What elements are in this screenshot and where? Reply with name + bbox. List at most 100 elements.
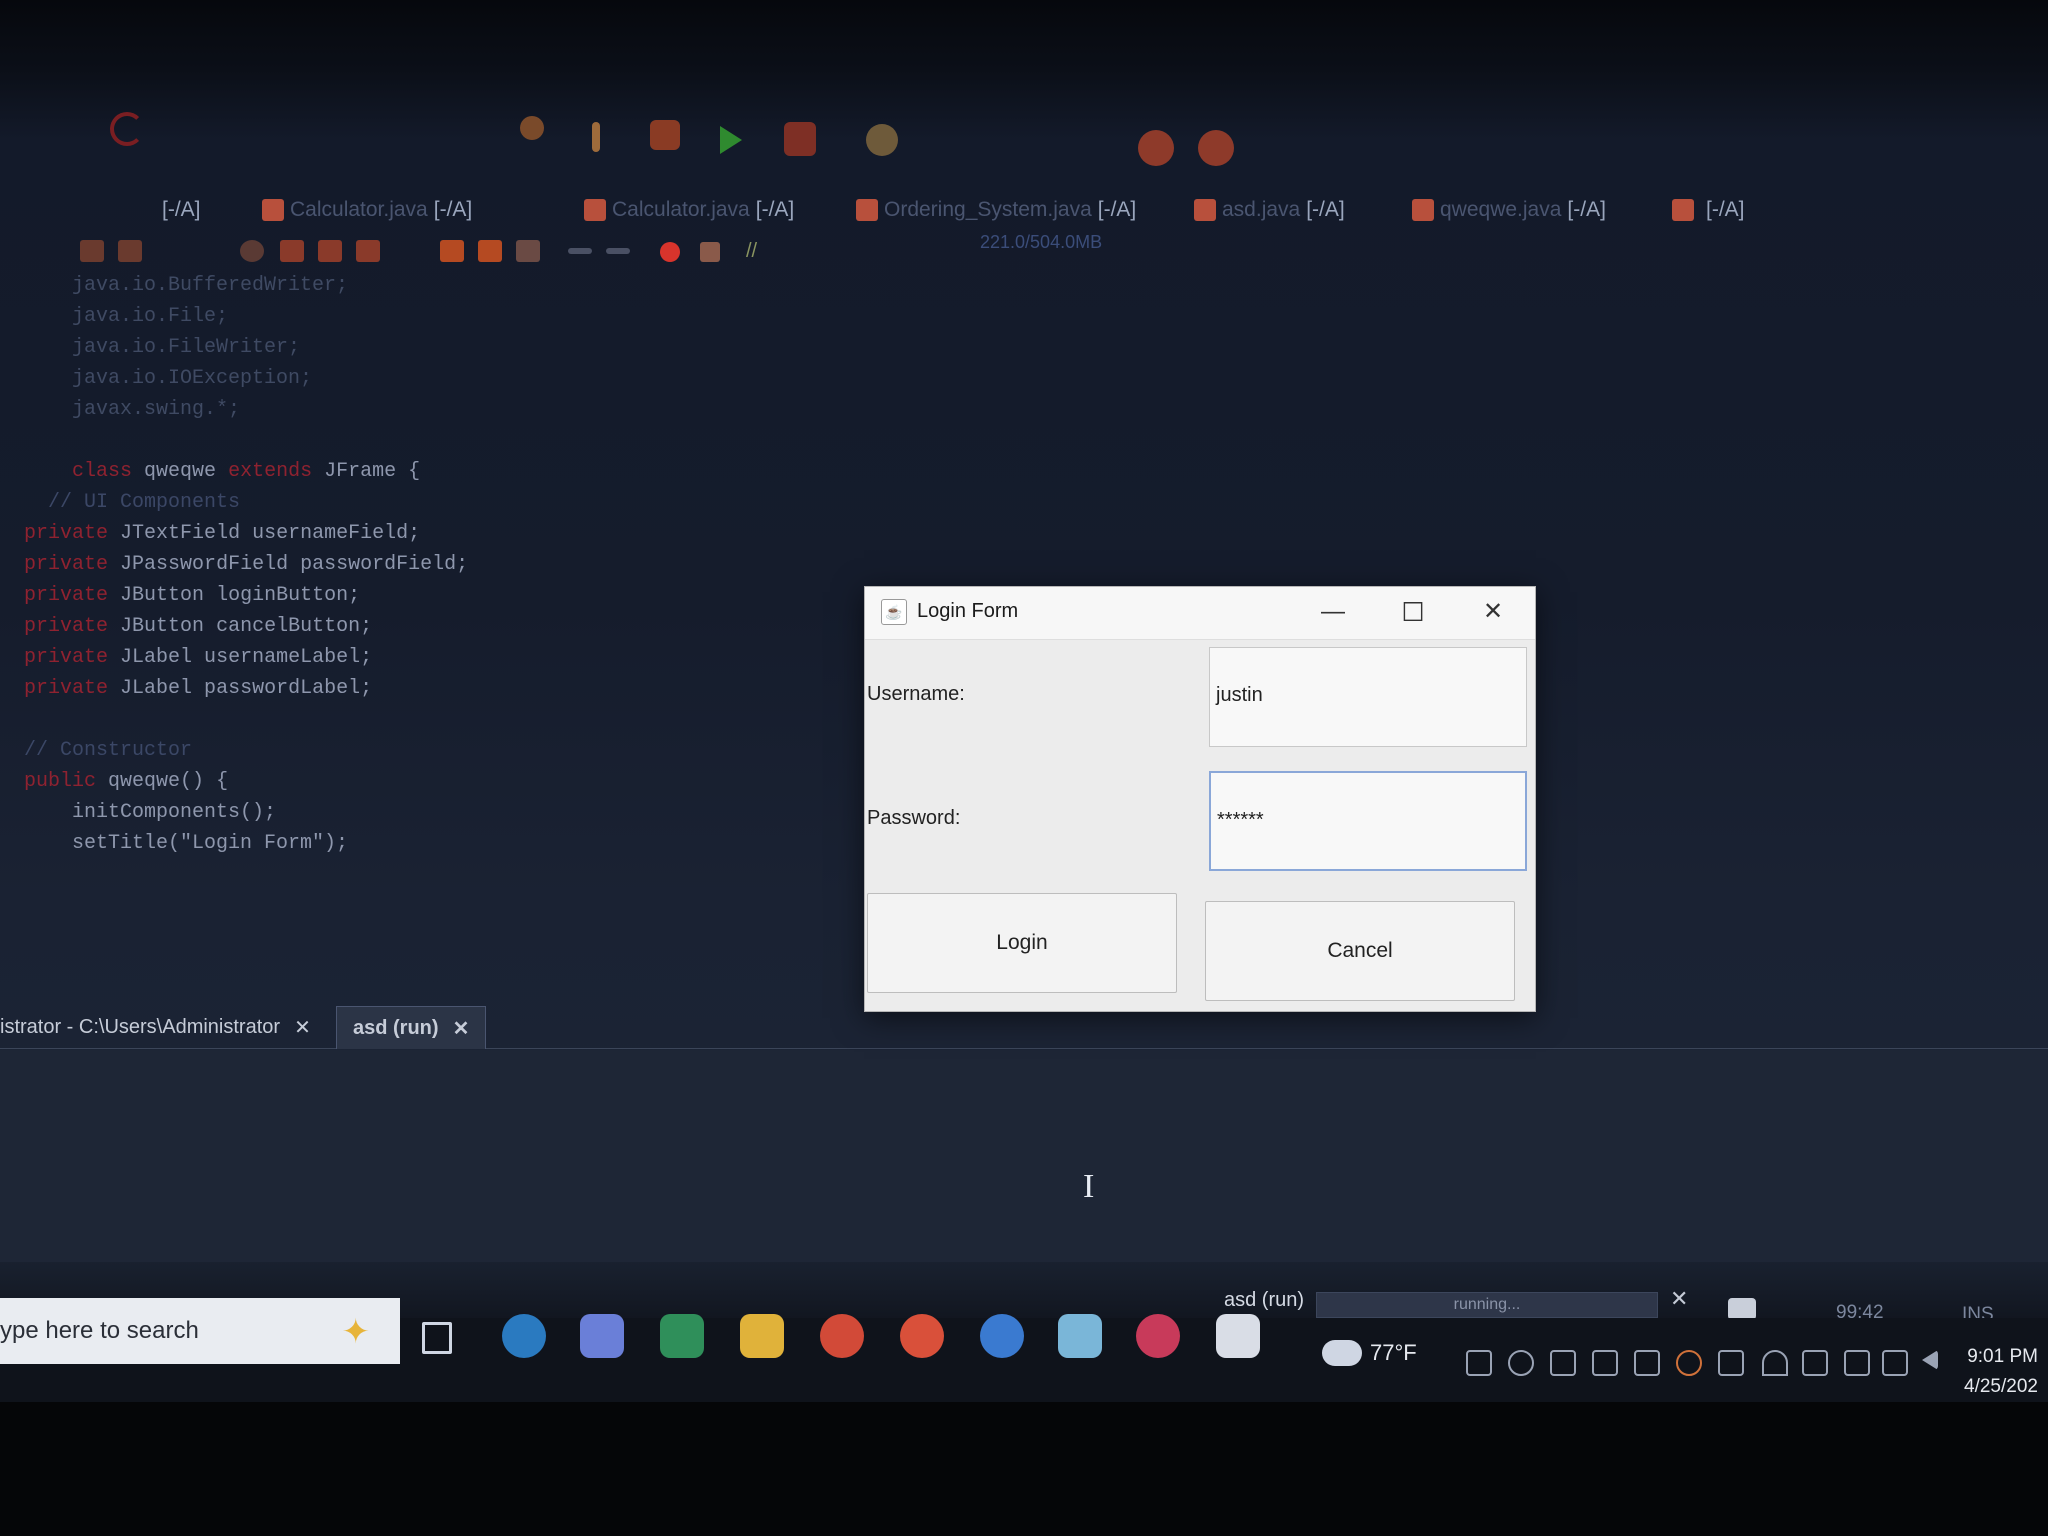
next-occurrence-icon[interactable] [318, 240, 342, 262]
login-button[interactable]: Login [867, 893, 1177, 993]
back-arrow-icon[interactable] [568, 248, 592, 254]
netbeans-icon[interactable] [1058, 1314, 1102, 1358]
clean-build-icon[interactable] [650, 120, 680, 150]
java-file-icon [1412, 199, 1434, 221]
device-icon[interactable] [1634, 1350, 1660, 1376]
display-icon[interactable] [1718, 1350, 1744, 1376]
code-line: java.io.IOException; [72, 367, 313, 390]
file-tab[interactable]: [-/A] [1672, 192, 1745, 228]
editor-file-tabs: [-/A] Calculator.java [-/A] Calculator.j… [0, 188, 2048, 234]
file-tab-suffix: [-/A] [162, 198, 201, 221]
java-file-icon [1194, 199, 1216, 221]
record-macro-icon[interactable] [660, 242, 680, 262]
cancel-button[interactable]: Cancel [1205, 901, 1515, 1001]
toggle-highlight-icon[interactable] [356, 240, 380, 262]
password-label: Password: [867, 807, 961, 829]
source-icon[interactable] [80, 240, 104, 262]
run-progress-bar: running... [1316, 1292, 1658, 1318]
copilot-icon[interactable] [580, 1314, 624, 1358]
output-tabs: istrator - C:\Users\Administrator ✕ asd … [0, 1006, 2048, 1049]
find-icon[interactable] [240, 240, 264, 262]
clock[interactable]: 9:01 PM 4/25/202 [1964, 1342, 2038, 1402]
chrome-profile-icon[interactable] [900, 1314, 944, 1358]
output-tab-console[interactable]: istrator - C:\Users\Administrator ✕ [0, 1006, 311, 1048]
prev-occurrence-icon[interactable] [280, 240, 304, 262]
java-cup-icon: ☕ [881, 599, 907, 625]
username-label: Username: [867, 683, 965, 705]
undo-icon[interactable] [110, 112, 144, 146]
battery-icon[interactable] [1592, 1350, 1618, 1376]
history-icon[interactable] [118, 240, 142, 262]
close-icon[interactable]: ✕ [453, 1016, 470, 1041]
network-icon[interactable] [1844, 1350, 1870, 1376]
dialog-titlebar[interactable]: ☕ Login Form — ☐ ✕ [865, 587, 1535, 640]
hammer-icon[interactable] [592, 122, 600, 152]
file-explorer-icon[interactable] [740, 1314, 784, 1358]
file-tab[interactable]: qweqwe.java [-/A] [1412, 192, 1606, 228]
shift-down-icon[interactable] [478, 240, 502, 262]
memory-indicator[interactable]: 221.0/504.0MB [980, 232, 1102, 253]
task-view-icon[interactable] [422, 1322, 452, 1354]
dialog-title: Login Form [917, 600, 1019, 622]
text-cursor-icon: I [1083, 1168, 1095, 1205]
running-task-label[interactable]: asd (run) [1224, 1289, 1304, 1312]
chrome-profile-b-icon[interactable] [1136, 1314, 1180, 1358]
file-tab[interactable]: Calculator.java [-/A] [584, 192, 794, 228]
file-tab[interactable]: [-/A] [162, 192, 201, 228]
profile-icon[interactable] [866, 124, 898, 156]
run-icon[interactable] [720, 126, 742, 154]
code-line: private JTextField usernameField; [24, 522, 421, 545]
code-line: class qweqwe extends JFrame { [72, 460, 421, 483]
java-file-icon [584, 199, 606, 221]
output-tab-label: asd (run) [353, 1016, 439, 1039]
output-tab-asd-run[interactable]: asd (run) ✕ [336, 1006, 487, 1049]
stop-macro-icon[interactable] [700, 242, 720, 262]
output-tab-label: istrator - C:\Users\Administrator [0, 1015, 281, 1038]
vpn-icon[interactable] [1466, 1350, 1492, 1376]
minimize-button[interactable]: — [1315, 595, 1351, 629]
forward-arrow-icon[interactable] [606, 248, 630, 254]
search-placeholder: ype here to search [0, 1317, 199, 1344]
stop-task-icon[interactable]: ✕ [1670, 1286, 1688, 1312]
output-console[interactable] [0, 1050, 2048, 1262]
close-icon[interactable]: ✕ [294, 1015, 311, 1040]
wifi-icon[interactable] [1762, 1350, 1788, 1376]
debug-icon[interactable] [784, 122, 816, 156]
search-box[interactable]: ype here to search ✦ [0, 1298, 400, 1364]
gc-target-icon[interactable] [1198, 130, 1234, 166]
chrome-tray-icon[interactable] [1676, 1350, 1702, 1376]
maximize-button[interactable]: ☐ [1395, 595, 1431, 629]
edge-browser-icon[interactable] [502, 1314, 546, 1358]
notification-icon[interactable] [1728, 1298, 1756, 1320]
cloud-off-icon[interactable] [1802, 1350, 1828, 1376]
code-line: javax.swing.*; [72, 398, 241, 421]
show-hidden-icons-icon[interactable] [1922, 1350, 1938, 1370]
file-tab[interactable]: Ordering_System.java [-/A] [856, 192, 1136, 228]
file-tab-suffix: [-/A] [433, 198, 473, 221]
username-field[interactable]: justin [1209, 647, 1527, 747]
file-tab-name: Calculator.java [290, 198, 428, 221]
classroom-icon[interactable] [660, 1314, 704, 1358]
comment-icon[interactable]: // [746, 240, 770, 262]
login-form-dialog: ☕ Login Form — ☐ ✕ Username: justin Pass… [864, 586, 1536, 1012]
chrome-profile-j-icon[interactable] [980, 1314, 1024, 1358]
password-field[interactable]: ****** [1209, 771, 1527, 871]
file-tab[interactable]: Calculator.java [-/A] [262, 192, 472, 228]
shift-up-icon[interactable] [440, 240, 464, 262]
chrome-icon[interactable] [820, 1314, 864, 1358]
sync-icon[interactable] [1508, 1350, 1534, 1376]
mute-icon[interactable] [1882, 1350, 1908, 1376]
temperature: 77°F [1370, 1340, 1417, 1365]
close-button[interactable]: ✕ [1475, 595, 1511, 629]
file-tab[interactable]: asd.java [-/A] [1194, 192, 1345, 228]
file-tab-suffix: [-/A] [1097, 198, 1137, 221]
file-tab-suffix: [-/A] [1306, 198, 1345, 221]
shift-line-icon[interactable] [516, 240, 540, 262]
security-icon[interactable] [1550, 1350, 1576, 1376]
build-icon[interactable] [520, 116, 544, 140]
java-app-icon[interactable] [1216, 1314, 1260, 1358]
weather-widget[interactable]: 77°F [1322, 1340, 1417, 1366]
sparkle-icon: ✦ [341, 1313, 371, 1351]
gc-icon[interactable] [1138, 130, 1174, 166]
